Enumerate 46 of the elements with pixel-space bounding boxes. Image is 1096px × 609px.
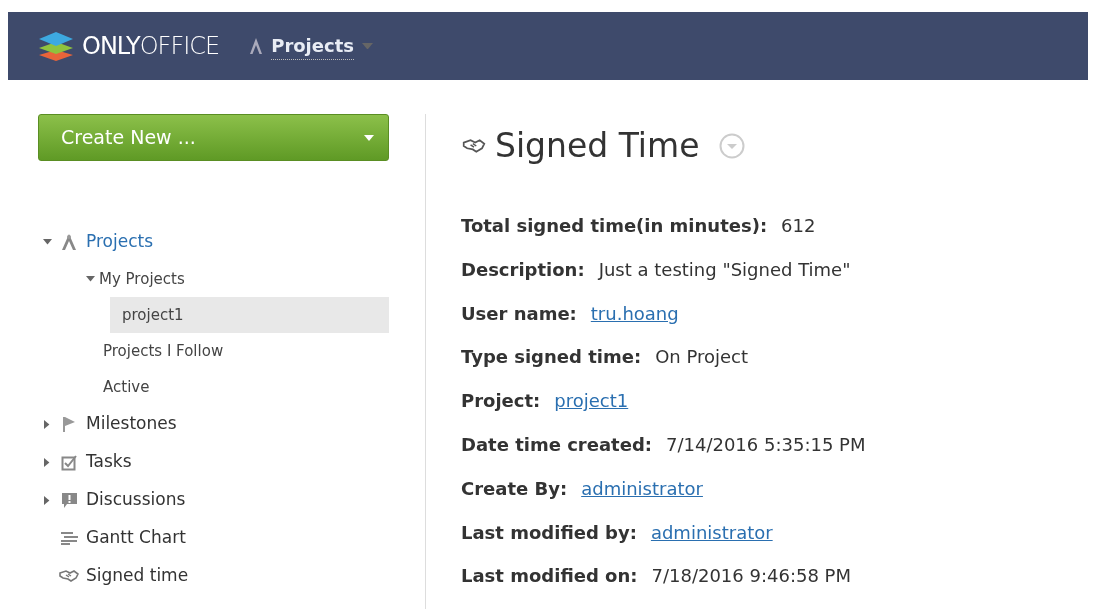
field-label: User name: bbox=[461, 301, 577, 326]
sidebar-item[interactable]: project1 bbox=[110, 297, 389, 333]
sidebar-item[interactable]: Active bbox=[38, 369, 389, 405]
field-value: 7/14/2016 5:35:15 PM bbox=[665, 432, 866, 457]
sidebar-item[interactable]: Tasks bbox=[38, 443, 389, 481]
field-value: 7/18/2016 9:46:58 PM bbox=[651, 564, 851, 589]
module-link[interactable]: Projects bbox=[271, 32, 354, 60]
caret-icon[interactable] bbox=[362, 42, 373, 50]
field-label: Type signed time: bbox=[461, 345, 642, 370]
field-label: Last modified by: bbox=[461, 520, 637, 545]
field-value: 612 bbox=[781, 214, 816, 238]
sidebar-item[interactable]: Signed time bbox=[38, 557, 389, 595]
caret-icon bbox=[364, 134, 374, 141]
page-title: Signed Time bbox=[495, 126, 700, 166]
field-label: Create By: bbox=[461, 476, 568, 501]
checkbox-icon bbox=[60, 453, 78, 471]
field-label: Total signed time(in minutes): bbox=[461, 214, 768, 238]
flag-icon bbox=[61, 415, 77, 433]
caret-icon bbox=[42, 239, 52, 245]
logo-icon bbox=[38, 30, 74, 62]
sidebar-item[interactable]: Projects bbox=[38, 223, 389, 261]
speech-bubble-icon bbox=[60, 491, 78, 509]
caret-icon bbox=[44, 457, 50, 467]
caret-icon bbox=[44, 419, 50, 429]
compass-icon bbox=[249, 37, 264, 55]
field-label: Project: bbox=[461, 389, 541, 414]
field-link[interactable]: tru.hoang bbox=[590, 299, 679, 327]
sidebar-item[interactable]: My Projects bbox=[38, 261, 389, 297]
logo-text: ONLYOFFICE bbox=[82, 31, 220, 62]
sidebar-item[interactable]: Projects I Follow bbox=[38, 333, 389, 369]
field-value: On Project bbox=[655, 345, 748, 370]
compass-icon bbox=[61, 233, 77, 251]
field-link[interactable]: administrator bbox=[650, 518, 773, 546]
field-label: Description: bbox=[461, 257, 585, 282]
sidebar-item[interactable]: Gantt Chart bbox=[38, 519, 389, 557]
field-value: Just a testing "Signed Time" bbox=[598, 257, 851, 282]
bars-icon bbox=[60, 531, 78, 545]
field-label: Last modified on: bbox=[461, 564, 638, 589]
field-link[interactable]: administrator bbox=[581, 474, 703, 502]
field-label: Date time created: bbox=[461, 432, 652, 457]
sidebar-item[interactable]: Milestones bbox=[38, 405, 389, 443]
caret-icon bbox=[86, 276, 95, 282]
sidebar-item[interactable]: Discussions bbox=[38, 481, 389, 519]
caret-icon bbox=[44, 495, 50, 505]
dropdown-icon[interactable] bbox=[719, 132, 746, 159]
field-link[interactable]: project1 bbox=[554, 387, 629, 415]
